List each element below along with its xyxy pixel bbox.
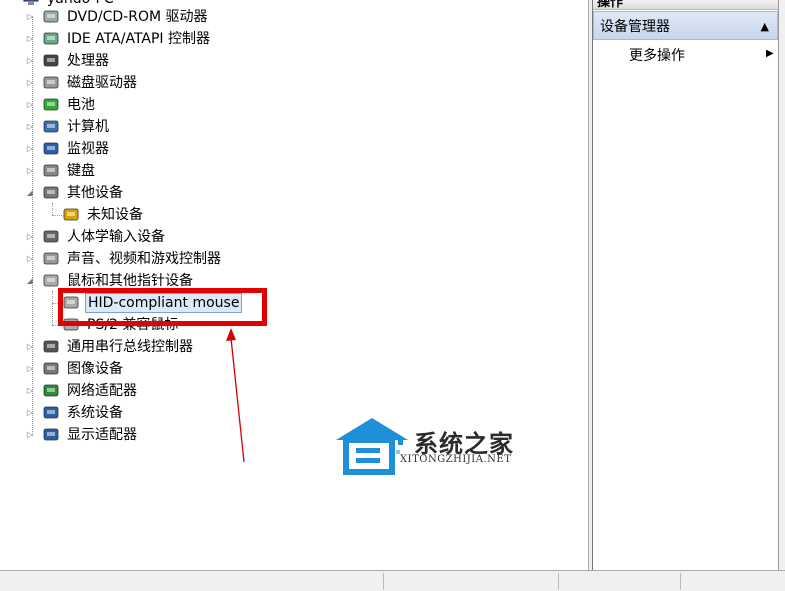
action-section-label: 设备管理器 (600, 18, 670, 35)
action-pane: 操作 设备管理器 ▲ 更多操作 (593, 0, 778, 570)
action-section-device-manager[interactable]: 设备管理器 ▲ (593, 11, 778, 40)
tree-item-label: 未知设备 (87, 207, 143, 223)
tree-item-label: 图像设备 (67, 361, 123, 377)
hid-icon (42, 228, 60, 246)
collapsed-triangle-icon[interactable]: ▷ (24, 28, 36, 50)
tree-category-item[interactable]: ▷ 网络适配器 (24, 380, 139, 402)
collapsed-triangle-icon[interactable]: ▷ (24, 94, 36, 116)
expanded-triangle-icon[interactable]: ◢ (24, 182, 36, 204)
collapsed-triangle-icon[interactable]: ▷ (24, 336, 36, 358)
tree-item-label: 监视器 (67, 141, 109, 157)
collapse-up-icon[interactable]: ▲ (761, 20, 769, 33)
tree-item-label: DVD/CD-ROM 驱动器 (67, 9, 208, 25)
tree-category-item[interactable]: ▷ 显示适配器 (24, 424, 139, 446)
tree-category-item[interactable]: ▷ DVD/CD-ROM 驱动器 (24, 6, 210, 28)
tree-category-item[interactable]: ▷ 系统设备 (24, 402, 125, 424)
tree-item-label: 显示适配器 (67, 427, 137, 443)
status-separator (680, 573, 681, 590)
collapsed-triangle-icon[interactable]: ▷ (24, 138, 36, 160)
status-separator (558, 573, 559, 590)
tree-guide-line (52, 215, 64, 216)
tree-item-label: 声音、视频和游戏控制器 (67, 251, 221, 267)
battery-icon (42, 96, 60, 114)
tree-category-item[interactable]: ▷ 处理器 (24, 50, 111, 72)
collapsed-triangle-icon[interactable]: ▷ (24, 160, 36, 182)
scrollbar-edge (778, 0, 785, 570)
tree-item-label: 网络适配器 (67, 383, 137, 399)
tree-category-item[interactable]: ▷ 计算机 (24, 116, 111, 138)
tree-category-item[interactable]: ◢ 其他设备 (24, 182, 125, 204)
tree-category-item[interactable]: ▷ 电池 (24, 94, 97, 116)
tree-category-item[interactable]: ▷ 磁盘驱动器 (24, 72, 139, 94)
collapsed-triangle-icon[interactable]: ▷ (24, 50, 36, 72)
status-separator (383, 573, 384, 590)
tree-item-label: 通用串行总线控制器 (67, 339, 193, 355)
sound-icon (42, 250, 60, 268)
status-bar (0, 570, 785, 591)
action-pane-header: 操作 (593, 0, 778, 10)
watermark-logo: 系统之家 XITONGZHIJIA.NET (332, 410, 542, 485)
tree-category-item[interactable]: ▷ IDE ATA/ATAPI 控制器 (24, 28, 212, 50)
tree-guide-line (52, 291, 53, 325)
watermark-subtitle: XITONGZHIJIA.NET (400, 454, 512, 465)
tree-category-item[interactable]: ▷ 图像设备 (24, 358, 125, 380)
collapsed-triangle-icon[interactable]: ▷ (24, 424, 36, 446)
keyboard-icon (42, 162, 60, 180)
tree-item-label: IDE ATA/ATAPI 控制器 (67, 31, 211, 47)
tree-category-item[interactable]: ▷ 人体学输入设备 (24, 226, 167, 248)
network-adapter-icon (42, 382, 60, 400)
monitor-icon (42, 140, 60, 158)
tree-item-label: 键盘 (67, 163, 95, 179)
action-pane-title: 操作 (597, 0, 624, 10)
disk-drive-icon (42, 74, 60, 92)
collapsed-triangle-icon[interactable]: ▷ (24, 358, 36, 380)
usb-icon (42, 338, 60, 356)
watermark-house-icon (336, 418, 408, 475)
collapsed-triangle-icon[interactable]: ▷ (24, 402, 36, 424)
ide-controller-icon (42, 30, 60, 48)
collapsed-triangle-icon[interactable]: ▷ (24, 6, 36, 28)
dvd-drive-icon (42, 8, 60, 26)
other-devices-icon (42, 184, 60, 202)
more-actions-item[interactable]: 更多操作 (629, 45, 685, 65)
tree-item-label: 磁盘驱动器 (67, 75, 137, 91)
tree-item-label: 计算机 (67, 119, 109, 135)
collapsed-triangle-icon[interactable]: ▷ (24, 226, 36, 248)
processor-icon (42, 52, 60, 70)
unknown-device-icon (62, 206, 80, 224)
tree-item-label: 处理器 (67, 53, 109, 69)
tree-category-item[interactable]: ▷ 键盘 (24, 160, 97, 182)
tree-item-label: 其他设备 (67, 185, 123, 201)
tree-item-label: 人体学输入设备 (67, 229, 165, 245)
tree-item-label: 系统设备 (67, 405, 123, 421)
collapsed-triangle-icon[interactable]: ▷ (24, 248, 36, 270)
tree-category-item[interactable]: ▷ 通用串行总线控制器 (24, 336, 195, 358)
collapsed-triangle-icon[interactable]: ▷ (24, 72, 36, 94)
collapsed-triangle-icon[interactable]: ▷ (24, 116, 36, 138)
collapsed-triangle-icon[interactable]: ▷ (24, 380, 36, 402)
highlight-box (58, 288, 267, 326)
chevron-right-icon[interactable]: ▶ (766, 48, 774, 59)
tree-guide-line (32, 16, 33, 436)
expanded-triangle-icon[interactable]: ◢ (24, 270, 36, 292)
tree-guide-line (52, 203, 53, 215)
tree-item-label: 电池 (67, 97, 95, 113)
display-adapter-icon (42, 426, 60, 444)
computer-icon (42, 118, 60, 136)
tree-category-item[interactable]: ▷ 监视器 (24, 138, 111, 160)
imaging-device-icon (42, 360, 60, 378)
system-devices-icon (42, 404, 60, 422)
tree-category-item[interactable]: ▷ 声音、视频和游戏控制器 (24, 248, 223, 270)
